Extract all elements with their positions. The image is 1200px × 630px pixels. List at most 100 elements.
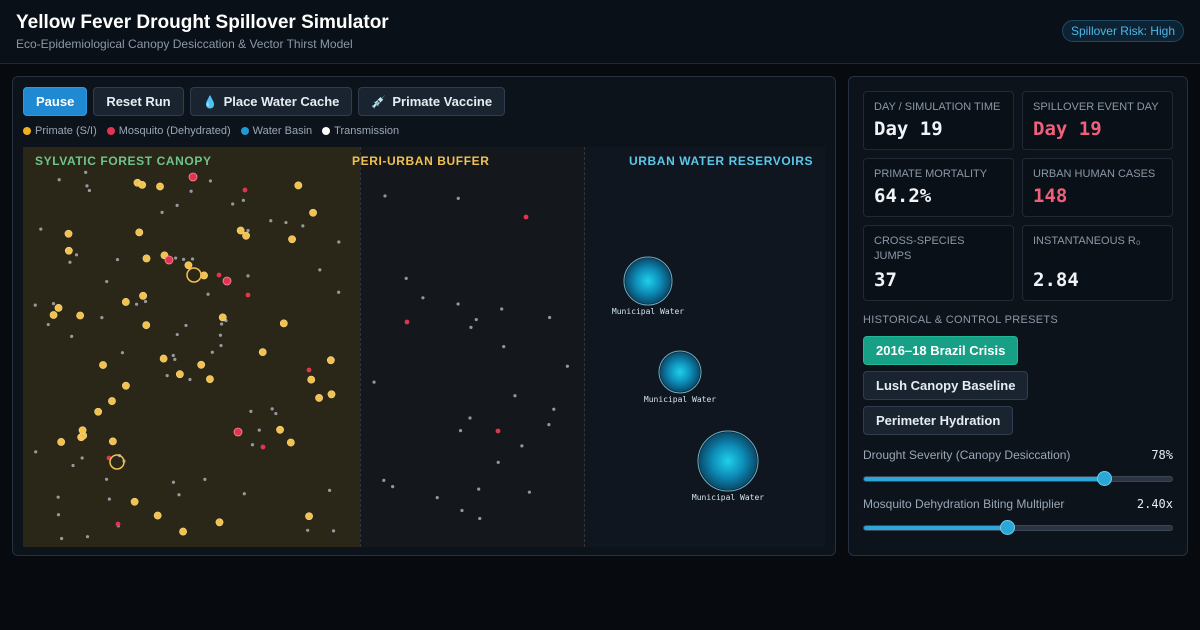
- vector-particle: [500, 307, 504, 311]
- primate-agent: [64, 229, 73, 238]
- drought-slider[interactable]: [863, 471, 1173, 486]
- primate-agent: [57, 438, 66, 446]
- vector-particle: [218, 333, 223, 337]
- vector-particle: [189, 189, 193, 193]
- water-basin: [660, 352, 700, 392]
- mosquito-agent: [306, 367, 312, 373]
- vector-particle: [85, 535, 90, 539]
- legend-mosquito-label: Mosquito (Dehydrated): [118, 125, 231, 137]
- mosquito-agent: [523, 214, 529, 220]
- stats-panel: DAY / SIMULATION TIME Day 19 SPILLOVER E…: [848, 76, 1188, 556]
- preset-lush-canopy[interactable]: Lush Canopy Baseline: [863, 371, 1029, 400]
- simulation-map[interactable]: Municipal Water Municipal Water Municipal …: [23, 147, 825, 547]
- legend-transmission: Transmission: [322, 125, 399, 137]
- vector-particle: [175, 332, 179, 337]
- primate-agent: [305, 512, 313, 521]
- drought-slider-value: 78%: [1151, 448, 1173, 462]
- reset-run-button[interactable]: Reset Run: [93, 87, 184, 116]
- primate-agent: [142, 321, 151, 330]
- vector-particle: [134, 302, 139, 306]
- preset-perimeter-hydration[interactable]: Perimeter Hydration: [863, 406, 1014, 435]
- vector-particle: [231, 202, 235, 206]
- jumps-value: 37: [874, 269, 897, 291]
- primate-agent: [121, 298, 130, 306]
- vector-particle: [120, 351, 125, 355]
- primate-agent: [64, 246, 73, 255]
- pause-button[interactable]: Pause: [23, 87, 88, 116]
- mortality-label: PRIMATE MORTALITY: [874, 168, 988, 180]
- primate-agent: [142, 254, 151, 263]
- vector-particle: [56, 495, 60, 499]
- biting-slider-label: Mosquito Dehydration Biting Multiplier: [863, 497, 1065, 511]
- vector-particle: [107, 497, 111, 501]
- transmission-ring: [186, 267, 202, 283]
- infected-primate-agent: [233, 427, 243, 437]
- jumps-label: CROSS-SPECIES JUMPS: [874, 235, 965, 262]
- primate-agent: [184, 261, 193, 270]
- primate-agent: [206, 375, 214, 384]
- urban-cases-label: URBAN HUMAN CASES: [1033, 168, 1156, 180]
- biting-slider[interactable]: [863, 520, 1173, 535]
- primate-agent: [135, 228, 144, 237]
- vector-particle: [174, 256, 178, 260]
- simulation-toolbar: Pause Reset Run 💧 Place Water Cache 💉 Pr…: [23, 87, 506, 116]
- vector-particle: [34, 450, 38, 454]
- primate-agent: [108, 437, 117, 446]
- place-water-cache-label: Place Water Cache: [223, 94, 340, 109]
- biting-slider-row: Mosquito Dehydration Biting Multiplier 2…: [863, 497, 1173, 535]
- vector-particle: [391, 485, 395, 489]
- water-basin-label: Municipal Water: [692, 493, 764, 502]
- vector-particle: [184, 323, 188, 328]
- vector-particle: [520, 444, 524, 448]
- vector-particle: [143, 299, 148, 304]
- primate-agent: [179, 527, 187, 536]
- vector-particle: [171, 480, 176, 484]
- vector-particle: [33, 303, 37, 307]
- vector-particle: [460, 508, 464, 513]
- vector-particle: [177, 493, 181, 497]
- water-basin: [699, 432, 757, 490]
- vector-particle: [105, 279, 109, 284]
- preset-brazil-crisis[interactable]: 2016–18 Brazil Crisis: [863, 336, 1019, 365]
- primate-agent: [276, 425, 284, 434]
- vector-particle: [478, 516, 482, 521]
- water-drop-icon: 💧: [202, 94, 218, 109]
- spillover-day-value: Day 19: [1033, 118, 1102, 140]
- stat-grid: DAY / SIMULATION TIME Day 19 SPILLOVER E…: [863, 91, 1173, 301]
- primate-agent: [309, 208, 317, 217]
- drought-slider-thumb[interactable]: [1097, 471, 1113, 486]
- infected-primate-agent: [164, 255, 174, 265]
- transmission-swatch: [322, 127, 331, 135]
- water-swatch: [240, 127, 249, 135]
- primate-swatch: [23, 127, 31, 135]
- vector-particle: [249, 409, 253, 413]
- vector-particle: [220, 322, 224, 326]
- primate-agent: [242, 231, 250, 240]
- vector-particle: [382, 478, 386, 482]
- primate-agent: [78, 426, 87, 435]
- primate-agent: [326, 356, 335, 365]
- vector-particle: [74, 253, 79, 257]
- vector-particle: [250, 443, 255, 447]
- r0-label: INSTANTANEOUS R₀: [1033, 235, 1141, 247]
- vector-particle: [71, 463, 75, 468]
- primate-vaccine-button[interactable]: 💉 Primate Vaccine: [358, 87, 506, 116]
- infected-primate-agent: [222, 276, 232, 286]
- drought-slider-row: Drought Severity (Canopy Desiccation) 78…: [863, 448, 1173, 486]
- biting-slider-thumb[interactable]: [1000, 520, 1016, 535]
- vector-particle: [84, 170, 88, 174]
- primate-agent: [130, 497, 139, 506]
- mortality-value: 64.2%: [874, 185, 932, 207]
- r0-value: 2.84: [1033, 269, 1079, 291]
- vector-particle: [552, 407, 556, 411]
- spillover-risk-badge: Spillover Risk: High: [1061, 20, 1184, 42]
- jumps-card: CROSS-SPECIES JUMPS 37: [863, 225, 1014, 301]
- vector-particle: [306, 528, 310, 532]
- primate-agent: [315, 394, 323, 402]
- mosquito-swatch: [106, 127, 115, 135]
- day-card: DAY / SIMULATION TIME Day 19: [863, 91, 1014, 150]
- vector-particle: [547, 423, 551, 427]
- vector-particle: [173, 357, 177, 361]
- place-water-cache-button[interactable]: 💧 Place Water Cache: [189, 87, 353, 116]
- vector-particle: [435, 495, 439, 500]
